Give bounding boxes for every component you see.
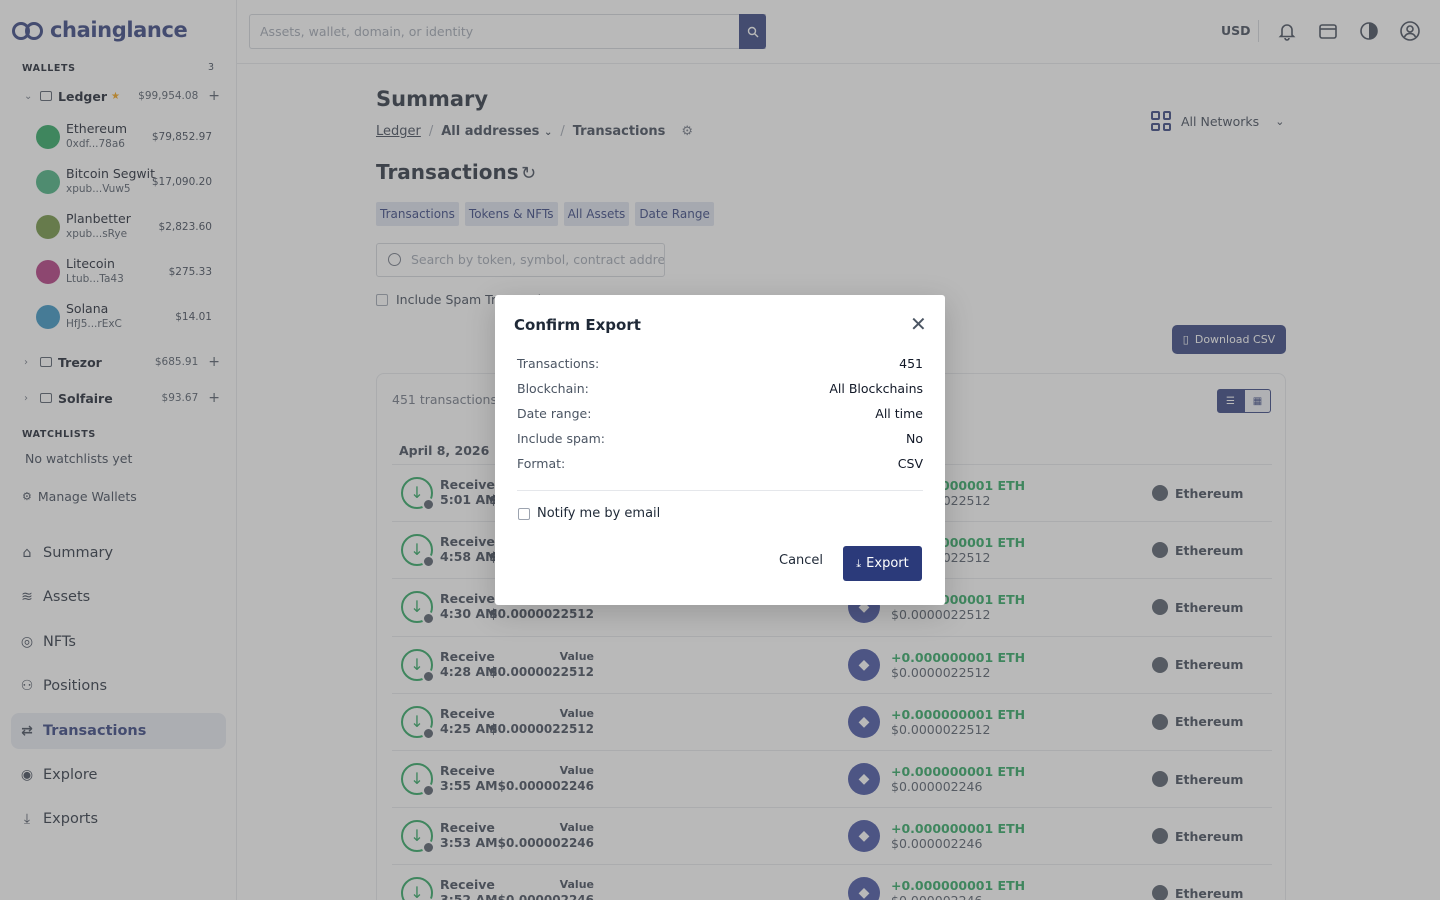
download-icon: ⤓ [856, 556, 862, 570]
field-date-range: Date range: All time [517, 406, 923, 426]
field-value: 451 [899, 356, 923, 371]
notify-email-label: Notify me by email [537, 506, 661, 521]
cancel-button[interactable]: Cancel [779, 553, 823, 568]
dialog-title: Confirm Export [514, 316, 641, 334]
confirm-export-dialog: Confirm Export ✕ Transactions: 451 Blockc… [495, 295, 945, 605]
field-value: All time [875, 406, 923, 421]
field-label: Date range: [517, 406, 592, 421]
notify-email-option[interactable]: Notify me by email [518, 506, 660, 521]
field-transactions: Transactions: 451 [517, 356, 923, 376]
field-value: CSV [897, 456, 923, 471]
field-label: Blockchain: [517, 381, 589, 396]
dialog-divider [517, 490, 923, 491]
field-value: All Blockchains [829, 381, 923, 396]
export-button[interactable]: ⤓ Export [843, 546, 922, 581]
field-include-spam: Include spam: No [517, 431, 923, 451]
field-label: Include spam: [517, 431, 605, 446]
field-label: Transactions: [517, 356, 600, 371]
export-label: Export [866, 556, 909, 571]
field-format: Format: CSV [517, 456, 923, 476]
close-icon[interactable]: ✕ [910, 314, 927, 334]
field-value: No [906, 431, 923, 446]
field-label: Format: [517, 456, 566, 471]
field-blockchain: Blockchain: All Blockchains [517, 381, 923, 401]
notify-email-checkbox[interactable] [518, 507, 530, 520]
